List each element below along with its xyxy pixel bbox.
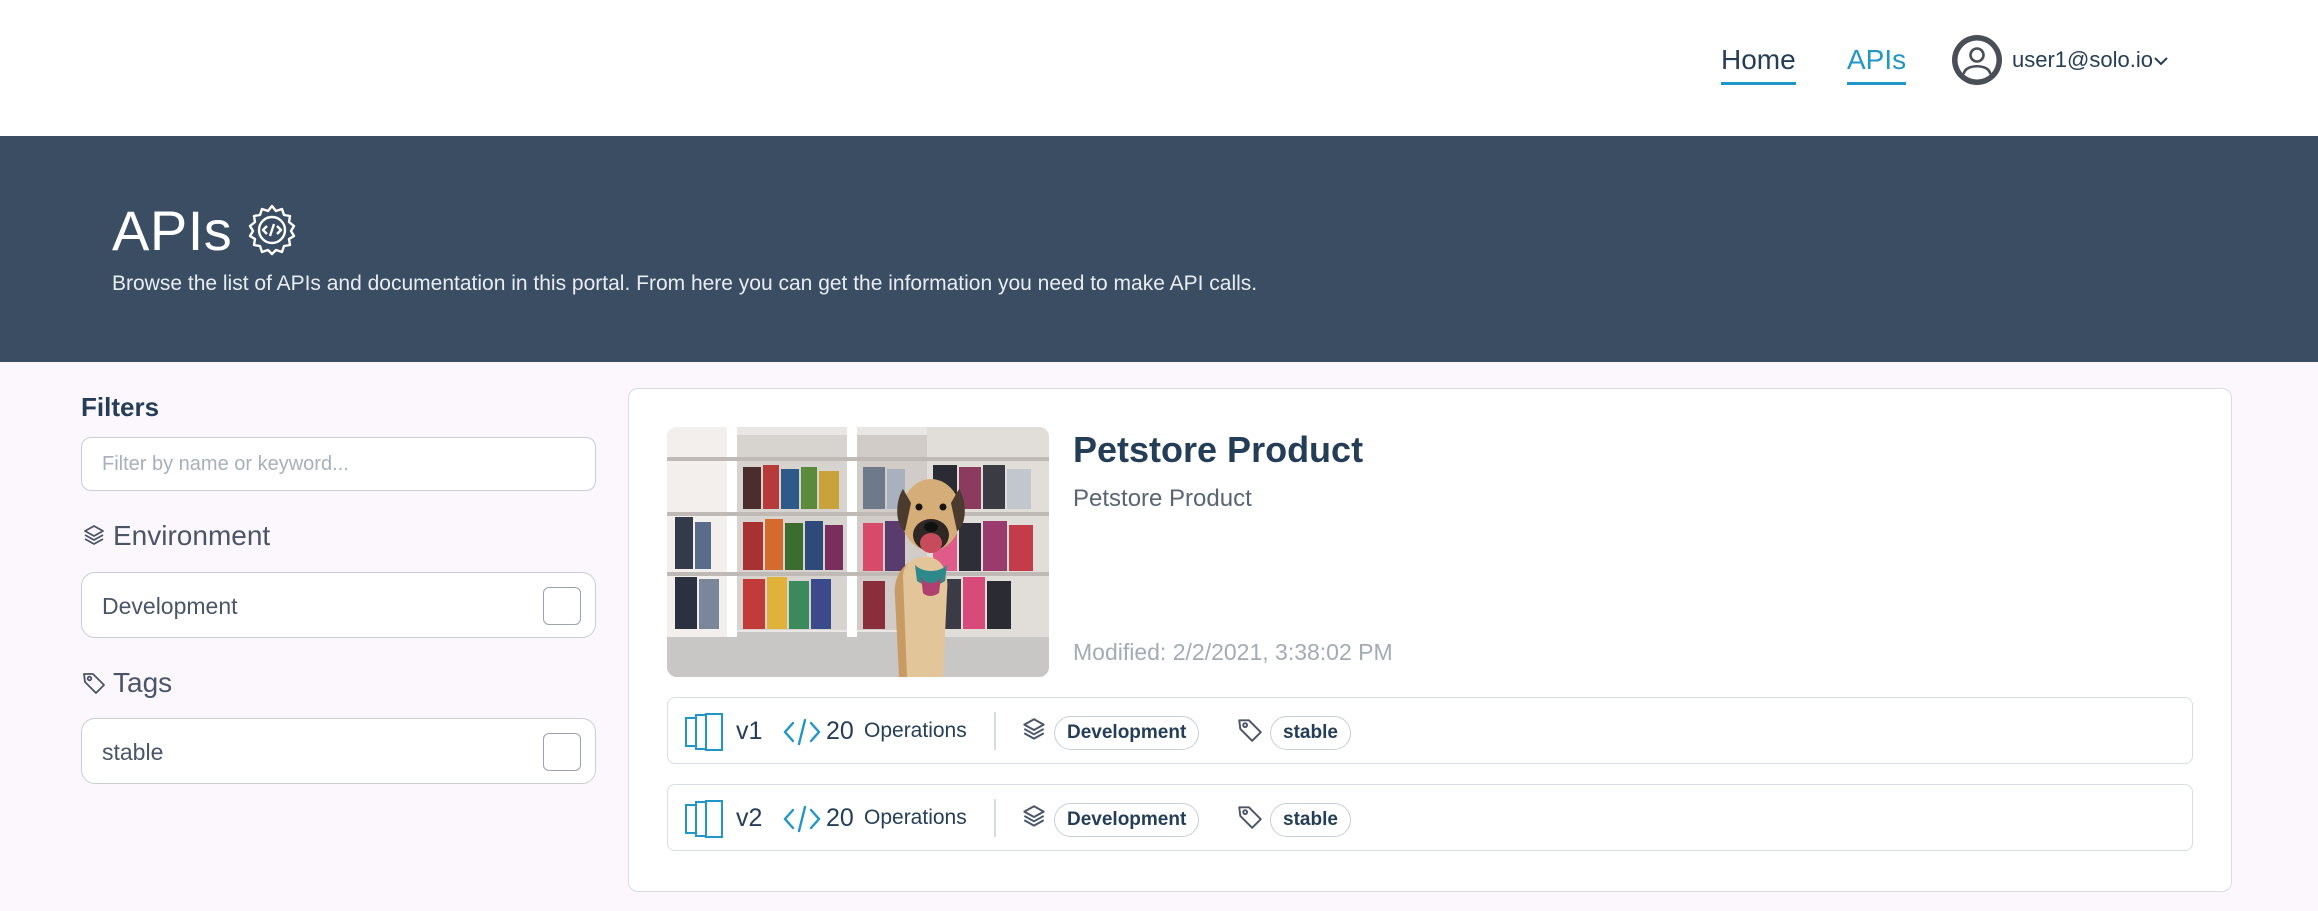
chevron-down-icon[interactable] <box>2152 52 2170 70</box>
operations-label: Operations <box>864 719 967 742</box>
user-menu-label[interactable]: user1@solo.io <box>2012 47 2153 73</box>
page-subtitle: Browse the list of APIs and documentatio… <box>112 272 1258 295</box>
top-navigation-bar: Home APIs user1@solo.io <box>0 0 2318 136</box>
operations-count: 20 <box>826 804 854 832</box>
environment-option-development[interactable]: Development <box>81 572 596 638</box>
environment-heading-label: Environment <box>113 520 271 551</box>
api-product-card[interactable]: Petstore Product Petstore Product Modifi… <box>628 388 2232 892</box>
tag-option-label: stable <box>102 739 164 765</box>
tag-badge: stable <box>1270 803 1351 837</box>
operations-count: 20 <box>826 717 854 745</box>
row-divider <box>994 712 996 750</box>
tags-filter-heading: Tags <box>81 667 172 699</box>
environment-option-label: Development <box>102 593 238 619</box>
filters-heading: Filters <box>81 392 160 422</box>
tag-option-stable[interactable]: stable <box>81 718 596 784</box>
api-product-description: Petstore Product <box>1073 485 1252 512</box>
cube-stack-icon <box>1023 805 1045 827</box>
environment-checkbox[interactable] <box>543 587 581 625</box>
environment-filter-heading: Environment <box>81 520 270 552</box>
nav-link-home[interactable]: Home <box>1721 44 1796 85</box>
tag-icon <box>1238 806 1262 829</box>
environment-badge: Development <box>1054 716 1200 750</box>
api-product-title[interactable]: Petstore Product <box>1073 429 1363 471</box>
filter-search-input[interactable] <box>81 437 596 491</box>
tag-checkbox[interactable] <box>543 733 581 771</box>
api-version-row[interactable]: v1 20 Operations Development stable <box>667 697 2193 764</box>
nav-link-apis[interactable]: APIs <box>1847 44 1907 85</box>
cube-stack-icon <box>84 525 104 545</box>
code-icon <box>783 718 821 746</box>
tags-heading-label: Tags <box>113 667 173 698</box>
page-title: APIs <box>112 199 233 262</box>
cube-stack-icon <box>1023 718 1045 740</box>
version-pages-icon <box>685 800 723 838</box>
code-icon <box>783 805 821 833</box>
version-label: v2 <box>736 804 763 832</box>
gear-code-icon <box>248 204 296 256</box>
environment-badge: Development <box>1054 803 1200 837</box>
operations-label: Operations <box>864 806 967 829</box>
tag-badge: stable <box>1270 716 1351 750</box>
tag-icon <box>1238 719 1262 742</box>
api-version-row[interactable]: v2 20 Operations Development stable <box>667 784 2193 851</box>
tag-icon <box>83 673 105 694</box>
page-banner: APIs Browse the list of APIs and documen… <box>0 136 2318 362</box>
product-image <box>667 427 1049 677</box>
version-pages-icon <box>685 713 723 751</box>
version-label: v1 <box>736 717 763 745</box>
row-divider <box>994 799 996 837</box>
api-product-modified: Modified: 2/2/2021, 3:38:02 PM <box>1073 639 1393 665</box>
user-circle-icon[interactable] <box>1950 33 2004 87</box>
